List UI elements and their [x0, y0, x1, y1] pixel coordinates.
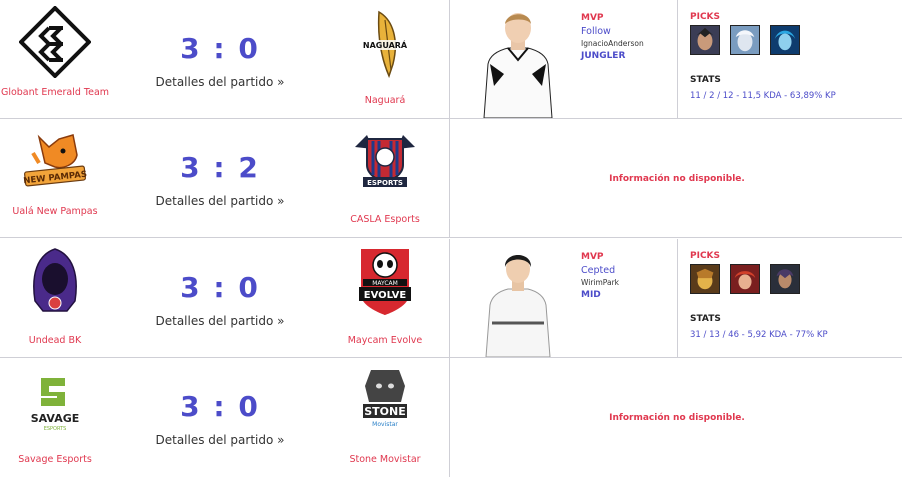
uala-new-pampas-logo: NEW PAMPAS: [23, 134, 88, 187]
match-row: NEW PAMPAS Ualá New Pampas 3 : 2 Detalle…: [0, 119, 902, 238]
picks-label: PICKS: [690, 12, 721, 22]
divider: [449, 239, 450, 357]
match-score: 3 : 0: [180, 271, 260, 304]
away-team[interactable]: NAGUARÁ Naguará: [330, 0, 440, 119]
away-team-name: CASLA Esports: [350, 214, 420, 225]
home-team[interactable]: SAVAGE ESPORTS Savage Esports: [0, 358, 110, 477]
mvp-info: MVP Cepted WirimPark MID: [581, 251, 676, 302]
mvp-stats: 31 / 13 / 46 - 5,92 KDA - 77% KP: [690, 330, 828, 340]
mvp-nickname[interactable]: Follow: [581, 25, 676, 38]
stone-movistar-logo: STONE Movistar: [363, 370, 407, 428]
home-team[interactable]: Globant Emerald Team: [0, 0, 110, 119]
savage-esports-logo: SAVAGE ESPORTS: [31, 378, 80, 432]
mvp-player-photo: [478, 4, 558, 118]
mvp-real-name: IgnacioAnderson: [581, 39, 644, 48]
match-results-panel: Globant Emerald Team 3 : 0 Detalles del …: [0, 0, 902, 477]
champion-pick-icon[interactable]: [770, 264, 800, 294]
mvp-player-photo: [478, 243, 558, 357]
match-details-link[interactable]: Detalles del partido »: [140, 75, 300, 89]
mvp-role: MID: [581, 290, 601, 300]
away-team[interactable]: STONE Movistar Stone Movistar: [330, 358, 440, 477]
svg-text:EVOLVE: EVOLVE: [364, 290, 407, 301]
divider: [677, 0, 678, 119]
mvp-real-name: WirimPark: [581, 278, 620, 287]
svg-text:STONE: STONE: [364, 405, 406, 418]
no-info-message: Información no disponible.: [609, 174, 745, 184]
svg-text:MAYCAM: MAYCAM: [372, 280, 398, 287]
mvp-role: JUNGLER: [581, 51, 626, 61]
mvp-label: MVP: [581, 13, 604, 23]
champion-pick-icon[interactable]: [730, 25, 760, 55]
svg-text:NAGUARÁ: NAGUARÁ: [363, 39, 408, 50]
home-team-name: Globant Emerald Team: [0, 87, 110, 98]
away-team-name: Stone Movistar: [349, 454, 421, 465]
champion-pick-icon[interactable]: [690, 25, 720, 55]
home-team-name: Undead BK: [28, 335, 82, 346]
svg-text:SAVAGE: SAVAGE: [31, 412, 80, 425]
divider: [677, 239, 678, 358]
match-row: Globant Emerald Team 3 : 0 Detalles del …: [0, 0, 902, 119]
mvp-label: MVP: [581, 252, 604, 262]
mvp-stats: 11 / 2 / 12 - 11,5 KDA - 63,89% KP: [690, 91, 836, 101]
divider: [449, 358, 450, 477]
champion-pick-icon[interactable]: [690, 264, 720, 294]
svg-text:Movistar: Movistar: [372, 421, 398, 428]
home-team-name: Savage Esports: [18, 454, 92, 465]
away-team-name: Naguará: [364, 95, 406, 106]
divider: [449, 119, 450, 237]
match-score: 3 : 0: [180, 32, 260, 65]
match-details-link[interactable]: Detalles del partido »: [140, 433, 300, 447]
match-score: 3 : 0: [180, 390, 260, 423]
maycam-evolve-logo: MAYCAM EVOLVE: [359, 249, 411, 315]
match-row: Undead BK 3 : 0 Detalles del partido » M…: [0, 239, 902, 358]
home-team-name: Ualá New Pampas: [12, 206, 98, 217]
champion-pick-icon[interactable]: [730, 264, 760, 294]
match-details-link[interactable]: Detalles del partido »: [140, 314, 300, 328]
mvp-nickname[interactable]: Cepted: [581, 264, 676, 277]
stats-label: STATS: [690, 75, 721, 85]
match-details-link[interactable]: Detalles del partido »: [140, 194, 300, 208]
globant-emerald-logo: [19, 6, 91, 78]
home-team[interactable]: Undead BK: [0, 239, 110, 358]
match-score: 3 : 2: [180, 151, 260, 184]
match-row: SAVAGE ESPORTS Savage Esports 3 : 0 Deta…: [0, 358, 902, 477]
stats-label: STATS: [690, 314, 721, 324]
svg-text:ESPORTS: ESPORTS: [44, 426, 67, 432]
naguara-logo: NAGUARÁ: [361, 10, 409, 78]
svg-text:ESPORTS: ESPORTS: [367, 179, 403, 187]
picks-label: PICKS: [690, 251, 721, 261]
away-team-name: Maycam Evolve: [347, 335, 423, 346]
away-team[interactable]: ESPORTS CASLA Esports: [330, 119, 440, 238]
casla-esports-logo: ESPORTS: [355, 135, 415, 187]
undead-bk-logo: [33, 248, 77, 312]
no-info-message: Información no disponible.: [609, 413, 745, 423]
away-team[interactable]: MAYCAM EVOLVE Maycam Evolve: [330, 239, 440, 358]
mvp-info: MVP Follow IgnacioAnderson JUNGLER: [581, 12, 676, 63]
champion-pick-icon[interactable]: [770, 25, 800, 55]
home-team[interactable]: NEW PAMPAS Ualá New Pampas: [0, 119, 110, 238]
divider: [449, 0, 450, 118]
